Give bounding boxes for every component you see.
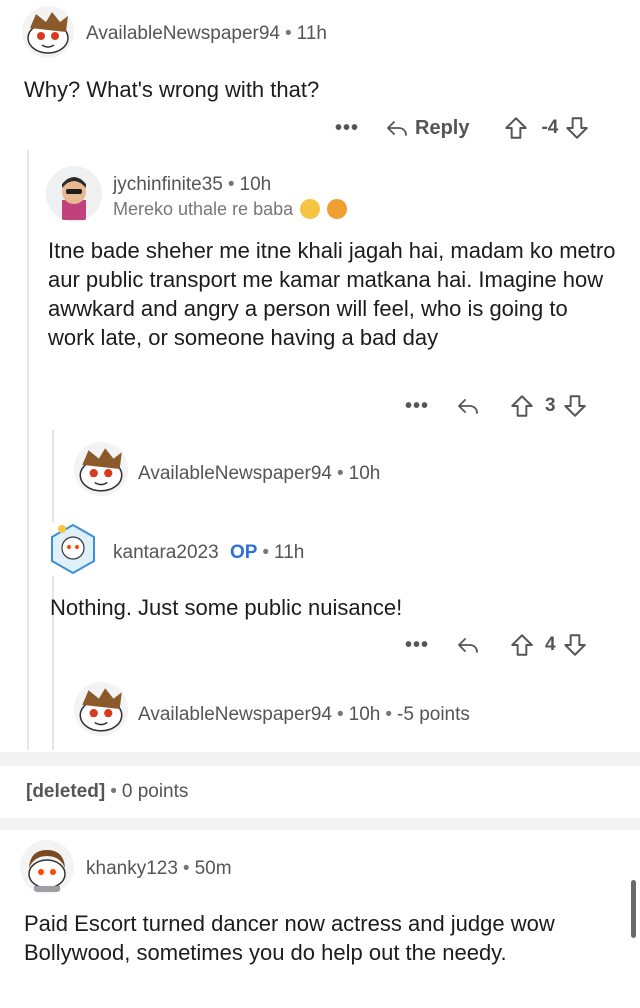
separator-dot: • xyxy=(385,704,393,725)
reply-arrow-icon xyxy=(385,116,409,140)
separator-dot: • xyxy=(110,781,117,802)
comment-body: Why? What's wrong with that? xyxy=(24,77,320,102)
comment-meta: jychinfinite35 • 10h xyxy=(113,174,271,196)
flair-text: Mereko uthale re baba xyxy=(113,199,294,219)
comment-body: Paid Escort turned dancer now actress an… xyxy=(24,911,555,965)
snoo-avatar-icon xyxy=(79,448,123,492)
section-divider xyxy=(0,752,640,766)
snoo-avatar-icon xyxy=(27,12,69,54)
points: 0 points xyxy=(121,781,189,802)
section-divider xyxy=(0,818,640,830)
comment-body: Itne bade sheher me itne khali jagah hai… xyxy=(48,238,616,350)
comment-meta: AvailableNewspaper94 • 11h xyxy=(86,23,327,45)
username[interactable]: AvailableNewspaper94 xyxy=(138,463,332,484)
deleted-meta: [deleted] • 0 points xyxy=(26,781,188,803)
timestamp: 11h xyxy=(296,23,327,44)
separator-dot: • xyxy=(227,174,235,195)
op-badge: OP xyxy=(229,542,258,563)
comment-meta: AvailableNewspaper94 • 10h • -5 points xyxy=(138,704,470,726)
points: -5 points xyxy=(397,704,470,725)
timestamp: 50m xyxy=(194,858,232,879)
comment-2: jychinfinite35 • 10h Mereko uthale re baba… xyxy=(0,150,640,425)
timestamp: 10h xyxy=(348,463,381,484)
avatar[interactable] xyxy=(74,682,128,736)
angry-face-icon xyxy=(327,199,348,219)
avatar[interactable] xyxy=(20,840,74,894)
separator-dot: • xyxy=(285,23,292,44)
comment-3-collapsed[interactable]: AvailableNewspaper94 • 10h xyxy=(0,430,640,510)
separator-dot: • xyxy=(262,542,270,563)
user-avatar-icon xyxy=(62,177,86,220)
deleted-label: [deleted] xyxy=(26,781,106,802)
reply-button[interactable]: Reply xyxy=(385,116,469,140)
comment-body: Nothing. Just some public nuisance! xyxy=(50,595,403,620)
separator-dot: • xyxy=(337,463,344,484)
reply-label: Reply xyxy=(415,116,470,139)
timestamp: 10h xyxy=(239,174,272,195)
user-flair: Mereko uthale re baba xyxy=(113,199,348,220)
crying-face-icon xyxy=(300,199,321,219)
username[interactable]: AvailableNewspaper94 xyxy=(138,704,332,725)
comment-actions: ••• 4 xyxy=(405,630,588,660)
comment-6: khanky123 • 50m Paid Escort turned dancer … xyxy=(0,830,640,1008)
avatar[interactable] xyxy=(48,521,98,577)
vote-score: 4 xyxy=(545,634,556,655)
avatar[interactable] xyxy=(74,442,128,496)
reply-arrow-icon[interactable] xyxy=(455,394,481,418)
username[interactable]: khanky123 xyxy=(86,858,178,879)
comment-meta: kantara2023 OP • 11h xyxy=(113,542,304,564)
downvote-arrow-icon[interactable] xyxy=(562,632,588,658)
upvote-arrow-icon[interactable] xyxy=(503,115,529,141)
timestamp: 11h xyxy=(274,542,305,563)
comment-actions: ••• 3 xyxy=(405,391,588,421)
reply-arrow-icon[interactable] xyxy=(455,633,481,657)
scrollbar[interactable] xyxy=(631,880,636,938)
comment-actions: ••• Reply -4 xyxy=(335,113,590,143)
snoo-avatar-icon xyxy=(51,523,95,575)
downvote-arrow-icon[interactable] xyxy=(562,393,588,419)
upvote-arrow-icon[interactable] xyxy=(509,632,535,658)
more-options-button[interactable]: ••• xyxy=(405,634,429,657)
comment-meta: AvailableNewspaper94 • 10h xyxy=(138,463,380,485)
more-options-button[interactable]: ••• xyxy=(335,117,359,140)
avatar[interactable] xyxy=(46,166,102,222)
deleted-comment[interactable]: [deleted] • 0 points xyxy=(0,766,640,816)
more-options-button[interactable]: ••• xyxy=(405,395,429,418)
comment-4: kantara2023 OP • 11h Nothing. Just some pu… xyxy=(0,515,640,665)
snoo-avatar-icon xyxy=(28,850,66,892)
snoo-avatar-icon xyxy=(79,688,123,732)
comment-1: AvailableNewspaper94 • 11h Why? What's wro… xyxy=(0,0,640,150)
upvote-arrow-icon[interactable] xyxy=(509,393,535,419)
username[interactable]: jychinfinite35 xyxy=(113,174,223,195)
downvote-arrow-icon[interactable] xyxy=(564,115,590,141)
separator-dot: • xyxy=(337,704,344,725)
timestamp: 10h xyxy=(348,704,381,725)
avatar[interactable] xyxy=(22,6,74,58)
vote-score: -4 xyxy=(541,117,559,138)
username[interactable]: kantara2023 xyxy=(113,542,219,563)
comment-meta: khanky123 • 50m xyxy=(86,858,232,880)
separator-dot: • xyxy=(182,858,190,879)
username[interactable]: AvailableNewspaper94 xyxy=(86,23,280,44)
vote-score: 3 xyxy=(545,395,556,416)
comment-5-collapsed[interactable]: AvailableNewspaper94 • 10h • -5 points xyxy=(0,670,640,750)
